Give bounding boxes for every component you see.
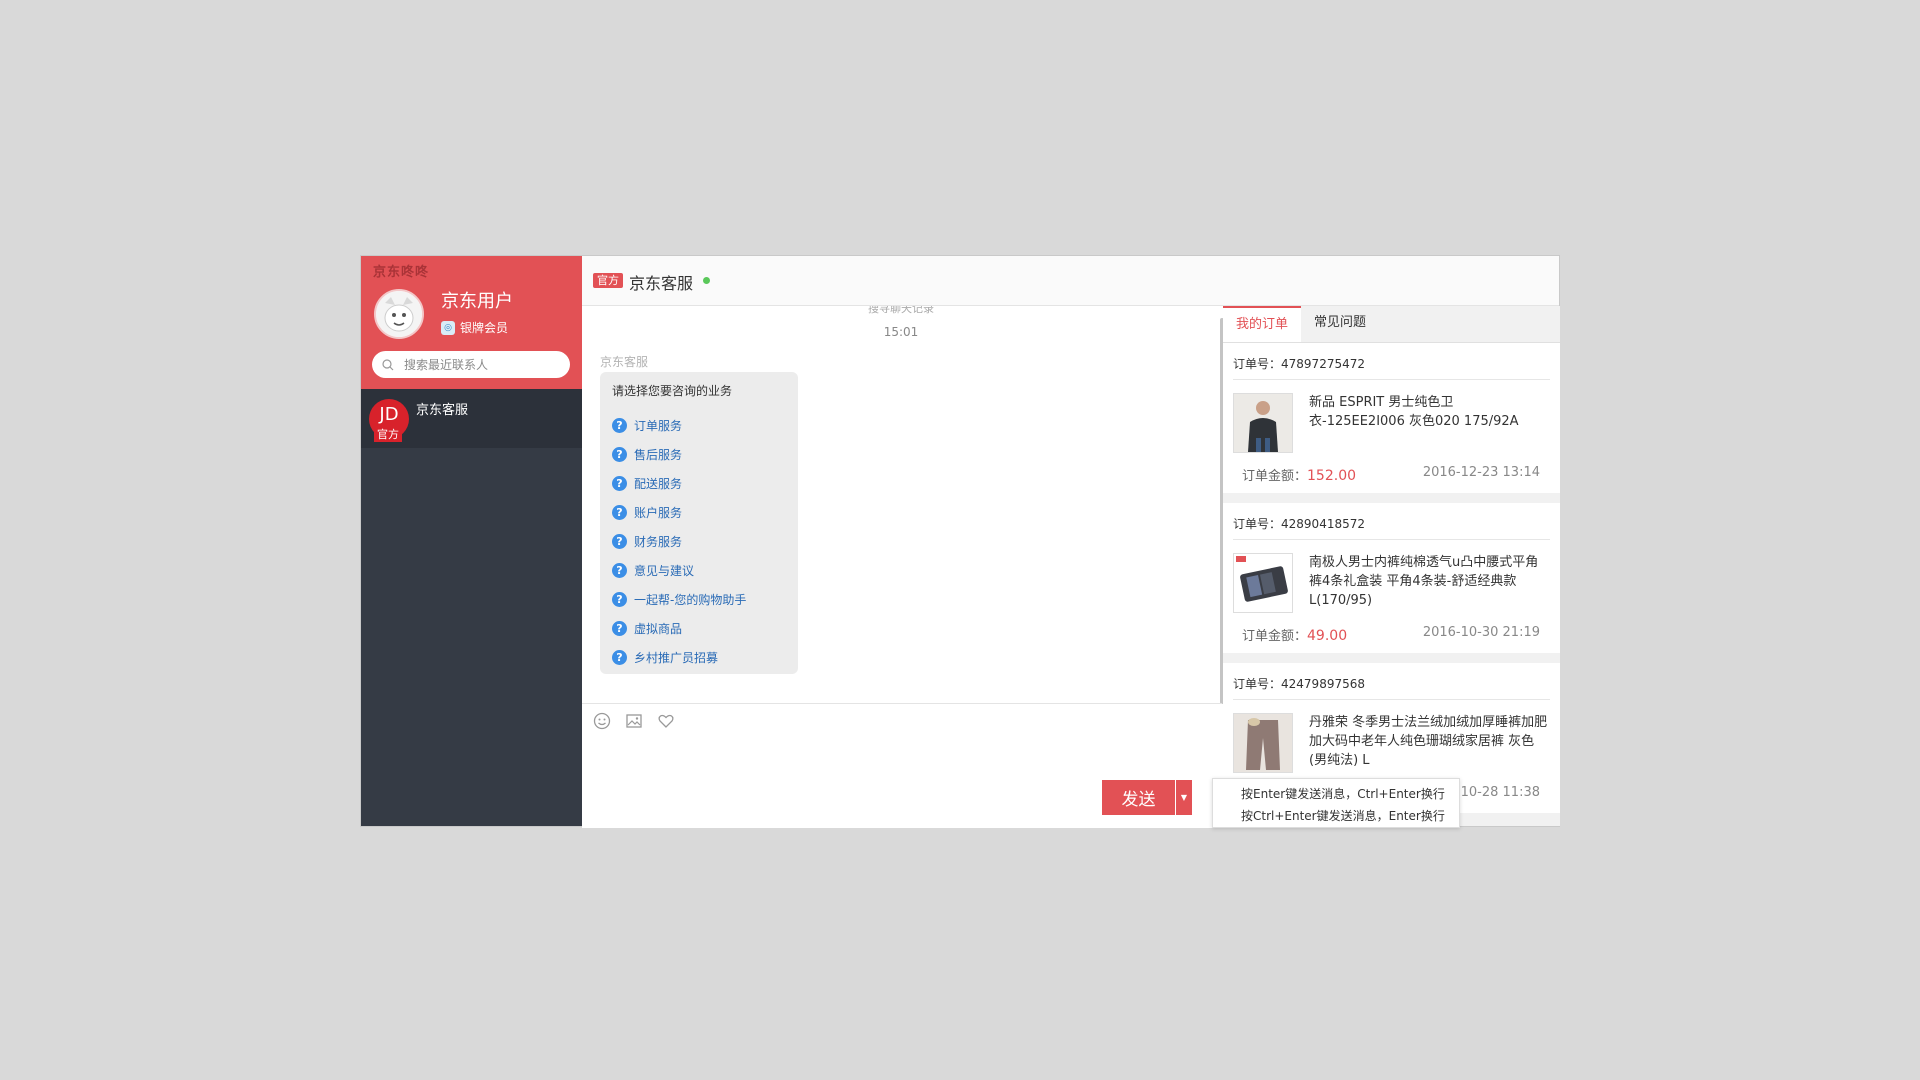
question-icon: ?	[612, 650, 627, 665]
question-icon: ?	[612, 563, 627, 578]
question-icon: ?	[612, 592, 627, 607]
order-number-value: 42890418572	[1281, 517, 1365, 531]
order-number: 订单号：42890418572	[1233, 515, 1365, 532]
order-number: 订单号：42479897568	[1233, 675, 1365, 692]
chat-title: 京东客服	[629, 274, 694, 293]
official-badge: 官方	[374, 428, 402, 442]
order-date: 2016-12-23 13:14	[1422, 465, 1540, 480]
service-item[interactable]: ? 订单服务	[612, 411, 786, 440]
order-amount-value: 49.00	[1307, 628, 1348, 644]
product-thumbnail[interactable]	[1233, 393, 1293, 453]
order-list[interactable]: 订单号：47897275472 新品 ESPRIT 男士纯色卫衣-125EE2I0…	[1223, 343, 1560, 813]
history-link[interactable]: 搜寻聊天记录	[582, 306, 1220, 316]
tab-my-orders[interactable]: 我的订单	[1223, 306, 1302, 342]
member-level-label: 银牌会员	[460, 321, 509, 335]
order-number-label: 订单号：	[1233, 357, 1282, 371]
service-label: 订单服务	[634, 419, 683, 433]
product-name[interactable]: 南极人男士内裤纯棉透气u凸中腰式平角裤4条礼盒装 平角4条装-舒适经典款 L(1…	[1309, 553, 1549, 610]
product-name[interactable]: 丹雅荣 冬季男士法兰绒加绒加厚睡裤加肥加大码中老年人纯色珊瑚绒家居裤 灰色(男纯…	[1309, 713, 1549, 770]
info-panel: 我的订单 常见问题 订单号：47897275472 新品 ESPRIT 男士纯色卫…	[1223, 306, 1560, 826]
member-badge-icon: ◎	[441, 320, 455, 335]
chat-header: 官方 京东客服	[582, 256, 1559, 306]
service-label: 售后服务	[634, 448, 683, 462]
app-brand: 京东咚咚	[373, 265, 430, 280]
message-bubble: 请选择您要咨询的业务 ? 订单服务? 售后服务? 配送服务? 账户服务? 财务服务? 意见与…	[600, 372, 798, 674]
message-prompt: 请选择您要咨询的业务	[612, 384, 733, 398]
input-area[interactable]: 发送 ▼	[582, 703, 1222, 828]
order-card[interactable]: 订单号：47897275472 新品 ESPRIT 男士纯色卫衣-125EE2I0…	[1223, 343, 1560, 493]
service-label: 一起帮-您的购物助手	[634, 593, 747, 607]
contact-search[interactable]	[372, 351, 570, 378]
order-amount: 订单金额：49.00	[1242, 625, 1347, 644]
divider	[1233, 539, 1550, 540]
product-thumbnail[interactable]	[1233, 553, 1293, 613]
service-item[interactable]: ? 售后服务	[612, 440, 786, 469]
user-avatar[interactable]	[374, 289, 424, 339]
online-status-icon	[703, 277, 710, 284]
service-item[interactable]: ? 一起帮-您的购物助手	[612, 585, 786, 614]
message-area[interactable]: 搜寻聊天记录 15:01 京东客服 请选择您要咨询的业务 ? 订单服务? 售后服务?…	[582, 306, 1220, 694]
member-level: ◎ 银牌会员	[441, 319, 508, 336]
service-item[interactable]: ? 配送服务	[612, 469, 786, 498]
chat-window: 京东咚咚 京东用户 ◎ 银牌会员 搜索最近联系人 JD 官方 京东客服 官方 京…	[360, 255, 1560, 828]
order-card[interactable]: 订单号：42890418572 南极人男士内裤纯棉透气u凸中腰式平角裤4条礼盒装 …	[1223, 503, 1560, 653]
heart-icon[interactable]	[657, 712, 675, 730]
order-number-value: 42479897568	[1281, 677, 1365, 691]
send-option-enter[interactable]: 按Enter键发送消息，Ctrl+Enter换行	[1213, 783, 1459, 805]
input-toolbar	[593, 712, 675, 730]
question-icon: ?	[612, 418, 627, 433]
question-icon: ?	[612, 534, 627, 549]
order-number-label: 订单号：	[1233, 517, 1282, 531]
profile-panel: 京东咚咚 京东用户 ◎ 银牌会员	[361, 256, 582, 389]
search-input[interactable]	[402, 356, 566, 373]
info-tabs: 我的订单 常见问题	[1223, 306, 1560, 343]
divider	[1233, 699, 1550, 700]
send-option-ctrl-enter[interactable]: 按Ctrl+Enter键发送消息，Enter换行	[1213, 805, 1459, 827]
service-label: 财务服务	[634, 535, 683, 549]
order-amount-label: 订单金额：	[1242, 629, 1308, 644]
service-item[interactable]: ? 财务服务	[612, 527, 786, 556]
send-button[interactable]: 发送	[1102, 780, 1175, 815]
question-icon: ?	[612, 505, 627, 520]
question-icon: ?	[612, 447, 627, 462]
service-item[interactable]: ? 虚拟商品	[612, 614, 786, 643]
service-label: 乡村推广员招募	[634, 651, 719, 665]
order-amount: 订单金额：152.00	[1242, 465, 1356, 484]
product-name[interactable]: 新品 ESPRIT 男士纯色卫衣-125EE2I006 灰色020 175/92…	[1309, 393, 1549, 431]
tab-faq[interactable]: 常见问题	[1301, 306, 1379, 342]
service-label: 意见与建议	[634, 564, 695, 578]
emoji-icon[interactable]	[593, 712, 611, 730]
contact-item[interactable]: JD 官方 京东客服	[361, 389, 582, 448]
service-label: 配送服务	[634, 477, 683, 491]
message-timestamp: 15:01	[883, 325, 919, 339]
order-date: 2016-10-30 21:19	[1422, 625, 1540, 640]
search-icon	[382, 358, 394, 370]
order-amount-value: 152.00	[1307, 468, 1357, 484]
send-options-dropdown-icon[interactable]: ▼	[1176, 780, 1192, 815]
image-icon[interactable]	[625, 712, 643, 730]
order-number-label: 订单号：	[1233, 677, 1282, 691]
service-list: ? 订单服务? 售后服务? 配送服务? 账户服务? 财务服务? 意见与建议? 一起帮-您的购物…	[612, 411, 786, 672]
divider	[1233, 379, 1550, 380]
order-number: 订单号：47897275472	[1233, 355, 1365, 372]
send-options-menu: 按Enter键发送消息，Ctrl+Enter换行 按Ctrl+Enter键发送消…	[1212, 778, 1460, 828]
official-tag: 官方	[593, 273, 623, 288]
service-label: 账户服务	[634, 506, 683, 520]
service-item[interactable]: ? 账户服务	[612, 498, 786, 527]
contact-name: 京东客服	[416, 403, 469, 418]
order-number-value: 47897275472	[1281, 357, 1365, 371]
question-icon: ?	[612, 476, 627, 491]
service-item[interactable]: ? 乡村推广员招募	[612, 643, 786, 672]
service-item[interactable]: ? 意见与建议	[612, 556, 786, 585]
product-thumbnail[interactable]	[1233, 713, 1293, 773]
username: 京东用户	[441, 291, 513, 312]
sidebar: 京东咚咚 京东用户 ◎ 银牌会员 搜索最近联系人 JD 官方 京东客服	[361, 256, 582, 826]
message-sender: 京东客服	[600, 355, 649, 369]
order-amount-label: 订单金额：	[1242, 469, 1308, 484]
service-label: 虚拟商品	[634, 622, 683, 636]
question-icon: ?	[612, 621, 627, 636]
